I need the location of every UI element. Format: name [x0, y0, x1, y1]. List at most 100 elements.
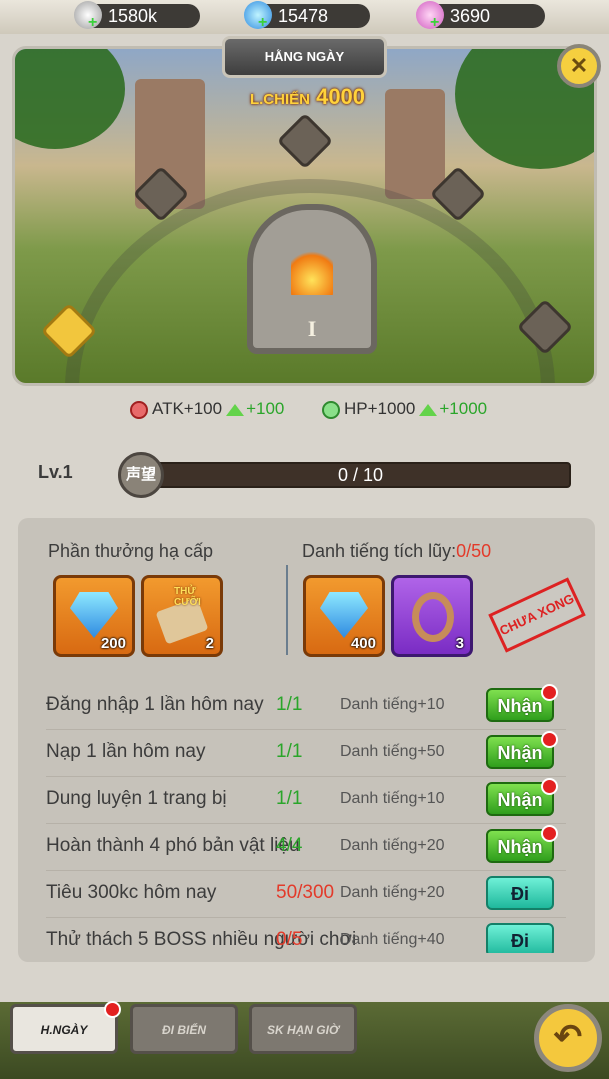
item-count: 2	[205, 635, 214, 652]
diamond-icon	[320, 592, 368, 638]
plus-icon[interactable]: +	[258, 15, 267, 31]
plus-icon[interactable]: +	[430, 15, 439, 31]
tab-limited-event[interactable]: SK HẠN GIỜ	[249, 1004, 357, 1054]
button-label: Nhận	[497, 743, 543, 763]
tab-daily[interactable]: H.NGÀY	[10, 1001, 121, 1054]
stone-tablet: I	[247, 204, 377, 354]
task-progress: 4/4	[276, 835, 303, 856]
task-row: Nạp 1 lần hôm nay 1/1 Danh tiếng+50 Nhận	[46, 729, 566, 777]
arrow-up-icon	[419, 403, 438, 416]
reward-item-rope[interactable]: 3	[391, 575, 473, 657]
task-progress: 1/1	[276, 694, 303, 715]
task-row: Tiêu 300kc hôm nay 50/300 Danh tiếng+20 Đi	[46, 870, 566, 918]
reward-item-scroll[interactable]: THỬ CƯỠI 2	[141, 575, 223, 657]
currency-value: 15478	[278, 6, 329, 26]
tab-sea[interactable]: ĐI BIỂN	[130, 1004, 238, 1054]
task-reward: Danh tiếng+40	[340, 931, 445, 948]
reward-item-diamond[interactable]: 400	[303, 575, 385, 657]
tab-label: SK HẠN GIỜ	[266, 1023, 340, 1037]
task-row: Dung luyện 1 trang bị 1/1 Danh tiếng+10 Nhậ…	[46, 776, 566, 824]
plus-icon[interactable]: +	[88, 15, 97, 31]
page-title: HẰNG NGÀY	[222, 36, 387, 78]
go-button[interactable]: Đi	[486, 923, 554, 953]
task-row: Thử thách 5 BOSS nhiều người chơi 0/5 Danh…	[46, 917, 566, 953]
accum-label: Danh tiếng tích lũy:	[302, 541, 457, 561]
claim-button[interactable]: Nhận	[486, 684, 558, 722]
currency-shell[interactable]: + 3690	[416, 1, 545, 31]
notification-dot	[104, 1001, 121, 1018]
currency-value: 3690	[450, 6, 491, 26]
task-row: Đăng nhập 1 lần hôm nay 1/1 Danh tiếng+10 N…	[46, 682, 566, 730]
item-count: 200	[100, 635, 126, 652]
reputation-bar: 0 / 10	[150, 462, 571, 488]
currency-value: 1580k	[108, 6, 158, 26]
notification-dot	[541, 825, 558, 842]
notification-dot	[541, 684, 558, 701]
hp-stat: HP+1000 +1000	[322, 398, 487, 420]
accum-reward-title: Danh tiếng tích lũy:0/50	[302, 541, 491, 562]
atk-stat: ATK+100 +100	[130, 398, 284, 420]
power-value: 4000	[316, 84, 366, 109]
currency-silver[interactable]: + 1580k	[74, 1, 200, 31]
task-progress: 1/1	[276, 788, 303, 809]
item-count: 3	[455, 635, 464, 652]
claim-button[interactable]: Nhận	[486, 778, 558, 816]
stage-node[interactable]	[276, 112, 334, 170]
close-button[interactable]: ✕	[557, 44, 601, 88]
button-label: Nhận	[497, 837, 543, 857]
atk-bonus: +100	[246, 399, 285, 418]
task-description: Tiêu 300kc hôm nay	[46, 882, 217, 903]
claim-button[interactable]: Nhận	[486, 731, 558, 769]
task-progress: 0/5	[276, 929, 303, 950]
task-description: Hoàn thành 4 phó bản vật liệu	[46, 835, 300, 856]
item-tag: THỬ CƯỠI	[174, 586, 201, 608]
task-row: Hoàn thành 4 phó bản vật liệu 4/4 Danh tiế…	[46, 823, 566, 871]
lower-reward-title: Phần thưởng hạ cấp	[48, 541, 213, 561]
button-label: Đi	[511, 931, 529, 951]
task-description: Nạp 1 lần hôm nay	[46, 741, 206, 762]
close-icon: ✕	[569, 53, 589, 78]
task-description: Đăng nhập 1 lần hôm nay	[46, 694, 264, 715]
task-description: Dung luyện 1 trang bị	[46, 788, 227, 809]
task-reward: Danh tiếng+50	[340, 743, 445, 760]
hp-bonus: +1000	[439, 399, 488, 418]
currency-diamond[interactable]: + 15478	[244, 1, 370, 31]
divider	[286, 565, 288, 655]
go-button[interactable]: Đi	[486, 876, 554, 910]
atk-icon	[130, 400, 148, 419]
task-reward: Danh tiếng+10	[340, 790, 445, 807]
task-description: Thử thách 5 BOSS nhiều người chơi	[46, 929, 357, 950]
hp-icon	[322, 400, 340, 419]
task-reward: Danh tiếng+20	[340, 884, 445, 901]
tab-label: H.NGÀY	[40, 1023, 88, 1037]
combat-power: L.CHIẾN 4000	[245, 84, 370, 110]
level-label: Lv.1	[38, 462, 73, 482]
reputation-badge: 声望	[118, 452, 164, 498]
task-reward: Danh tiếng+10	[340, 696, 445, 713]
reputation-text: 0 / 10	[337, 465, 384, 485]
ruin-decoration	[385, 89, 445, 199]
tab-label: ĐI BIỂN	[161, 1023, 206, 1037]
tree-decoration	[15, 49, 125, 149]
back-arrow-icon: ↶	[553, 1018, 583, 1056]
notification-dot	[541, 778, 558, 795]
task-reward: Danh tiếng+20	[340, 837, 445, 854]
stage-numeral: I	[307, 316, 317, 341]
diamond-icon	[70, 592, 118, 638]
claim-button[interactable]: Nhận	[486, 825, 558, 863]
notification-dot	[541, 731, 558, 748]
rope-icon	[412, 592, 454, 642]
button-label: Nhận	[497, 790, 543, 810]
power-label: L.CHIẾN	[249, 91, 310, 108]
reward-item-diamond[interactable]: 200	[53, 575, 135, 657]
task-progress: 1/1	[276, 741, 303, 762]
accum-progress: 0/50	[456, 541, 492, 561]
flame-icon	[291, 245, 333, 295]
atk-label: ATK+100	[152, 399, 223, 418]
task-progress: 50/300	[276, 882, 335, 903]
hp-label: HP+1000	[344, 399, 416, 418]
button-label: Nhận	[497, 696, 543, 716]
item-count: 400	[350, 635, 376, 652]
button-label: Đi	[511, 884, 529, 904]
back-button[interactable]: ↶	[534, 1004, 602, 1072]
